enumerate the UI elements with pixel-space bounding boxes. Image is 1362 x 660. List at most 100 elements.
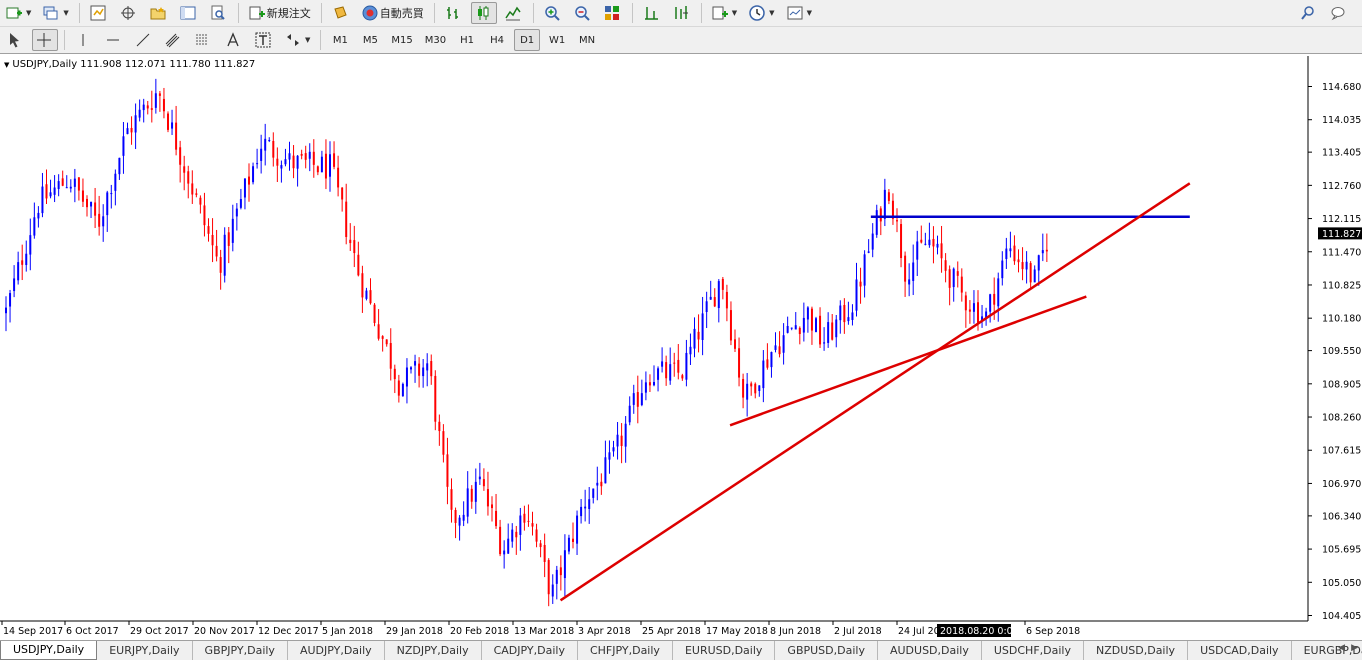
price-label: 108.905 <box>1322 379 1361 390</box>
timeframe-m30-button[interactable]: M30 <box>421 29 450 51</box>
new-chart-button[interactable]: ▼ <box>2 2 35 24</box>
periods-button[interactable]: ▼ <box>745 2 778 24</box>
navigator-button[interactable] <box>146 2 172 24</box>
tile-windows-button[interactable] <box>600 2 626 24</box>
chart-tab[interactable]: USDCAD,Daily <box>1188 641 1292 660</box>
vertical-line-button[interactable] <box>71 29 97 51</box>
bearish-candle <box>523 513 526 523</box>
chart-tab[interactable]: GBPJPY,Daily <box>193 641 288 660</box>
chart-tab[interactable]: NZDJPY,Daily <box>385 641 482 660</box>
bearish-candle <box>948 269 951 288</box>
bullish-candle <box>774 345 777 350</box>
timeframe-m5-button[interactable]: M5 <box>357 29 383 51</box>
auto-trading-button[interactable]: 自動売買 <box>358 2 428 24</box>
fibonacci-button[interactable] <box>191 29 217 51</box>
trendline-button[interactable] <box>131 29 157 51</box>
bearish-candle <box>337 167 340 188</box>
bullish-candle <box>928 239 931 246</box>
channel-icon <box>165 33 180 48</box>
indicators-button[interactable]: ▼ <box>708 2 741 24</box>
tab-scroll-left-icon[interactable]: ◀ <box>1338 643 1345 653</box>
bearish-candle <box>357 254 360 276</box>
bullish-candle <box>142 104 145 111</box>
horizontal-line-button[interactable] <box>101 29 127 51</box>
line-chart-button[interactable] <box>501 2 527 24</box>
timeframe-h4-button[interactable]: H4 <box>484 29 510 51</box>
bearish-candle <box>94 202 97 216</box>
data-window-button[interactable] <box>116 2 142 24</box>
bearish-candle <box>470 488 473 502</box>
chart-window[interactable]: 114.680 114.035 113.405 112.760 112.115 111.4… <box>0 56 1362 640</box>
cursor-tool-button[interactable] <box>2 29 28 51</box>
timeframe-d1-button[interactable]: D1 <box>514 29 541 51</box>
bullish-candle <box>138 109 141 118</box>
bearish-candle <box>742 378 745 398</box>
price-chart[interactable]: 114.680 114.035 113.405 112.760 112.115 111.4… <box>0 56 1362 640</box>
timeframe-w1-button[interactable]: W1 <box>544 29 570 51</box>
timeframe-m1-button[interactable]: M1 <box>327 29 353 51</box>
bullish-candle <box>122 136 125 156</box>
tile-windows-icon <box>604 6 619 20</box>
candlestick-chart-button[interactable] <box>470 2 497 24</box>
bullish-candle <box>401 383 404 397</box>
bar-chart-button[interactable] <box>441 2 467 24</box>
search-button[interactable] <box>1296 2 1322 24</box>
chart-tab[interactable]: EURUSD,Daily <box>673 641 776 660</box>
triangle-down-icon: ▼ <box>4 61 10 69</box>
bearish-candle <box>45 184 48 199</box>
bearish-candle <box>940 243 943 259</box>
metaeditor-button[interactable] <box>328 2 354 24</box>
bearish-candle <box>183 166 186 173</box>
zoom-in-button[interactable] <box>540 2 566 24</box>
bullish-candle <box>256 163 259 165</box>
line-chart-icon <box>505 6 521 21</box>
text-label-button[interactable] <box>251 29 277 51</box>
chart-shift-button[interactable] <box>639 2 665 24</box>
date-label: 3 Apr 2018 <box>578 626 631 637</box>
bearish-candle <box>1013 245 1016 262</box>
market-watch-button[interactable] <box>86 2 112 24</box>
chat-button[interactable] <box>1326 2 1352 24</box>
timeframe-mn-button[interactable]: MN <box>574 29 600 51</box>
bearish-candle <box>1045 249 1048 252</box>
chart-tab[interactable]: EURJPY,Daily <box>97 641 193 660</box>
bearish-candle <box>389 343 392 369</box>
bullish-candle <box>1037 255 1040 271</box>
bearish-candle <box>896 220 898 222</box>
templates-button[interactable]: ▼ <box>783 2 816 24</box>
new-order-label: 新規注文 <box>266 7 311 20</box>
crosshair-icon <box>37 33 51 47</box>
chart-tabs: USDJPY,Daily EURJPY,Daily GBPJPY,Daily AUDJ… <box>0 640 1362 660</box>
tab-scroll-right-icon[interactable]: ▶ <box>1351 643 1358 653</box>
text-tool-button[interactable] <box>221 29 247 51</box>
chart-tab[interactable]: GBPUSD,Daily <box>775 641 878 660</box>
chart-tab[interactable]: USDJPY,Daily <box>0 641 98 660</box>
price-label: 106.340 <box>1322 511 1361 522</box>
horizontal-line-icon <box>107 39 119 41</box>
bearish-candle <box>418 363 421 376</box>
timeframe-h1-button[interactable]: H1 <box>454 29 480 51</box>
chart-tab[interactable]: AUDUSD,Daily <box>878 641 982 660</box>
cursor-date-label: 2018.08.20 0:00 <box>940 626 1019 637</box>
chart-tab[interactable]: AUDJPY,Daily <box>288 641 385 660</box>
bullish-candle <box>478 476 481 480</box>
profiles-button[interactable]: ▼ <box>39 2 72 24</box>
text-a-icon <box>227 32 239 47</box>
auto-trading-icon <box>362 5 378 21</box>
chart-tab[interactable]: NZDUSD,Daily <box>1084 641 1189 660</box>
chart-tab[interactable]: USDCHF,Daily <box>982 641 1084 660</box>
chart-tab[interactable]: CADJPY,Daily <box>482 641 578 660</box>
crosshair-tool-button[interactable] <box>32 29 58 51</box>
arrows-button[interactable]: ▼ <box>281 29 314 51</box>
new-order-button[interactable]: 新規注文 <box>245 2 315 24</box>
auto-scroll-button[interactable] <box>669 2 695 24</box>
terminal-button[interactable] <box>176 2 202 24</box>
bearish-candle <box>778 346 781 355</box>
timeframe-m15-button[interactable]: M15 <box>387 29 416 51</box>
bearish-candle <box>968 309 971 312</box>
strategy-tester-button[interactable] <box>206 2 232 24</box>
equidistant-channel-button[interactable] <box>161 29 187 51</box>
zoom-out-button[interactable] <box>570 2 596 24</box>
chart-tab[interactable]: CHFJPY,Daily <box>578 641 673 660</box>
bullish-candle <box>223 234 226 276</box>
